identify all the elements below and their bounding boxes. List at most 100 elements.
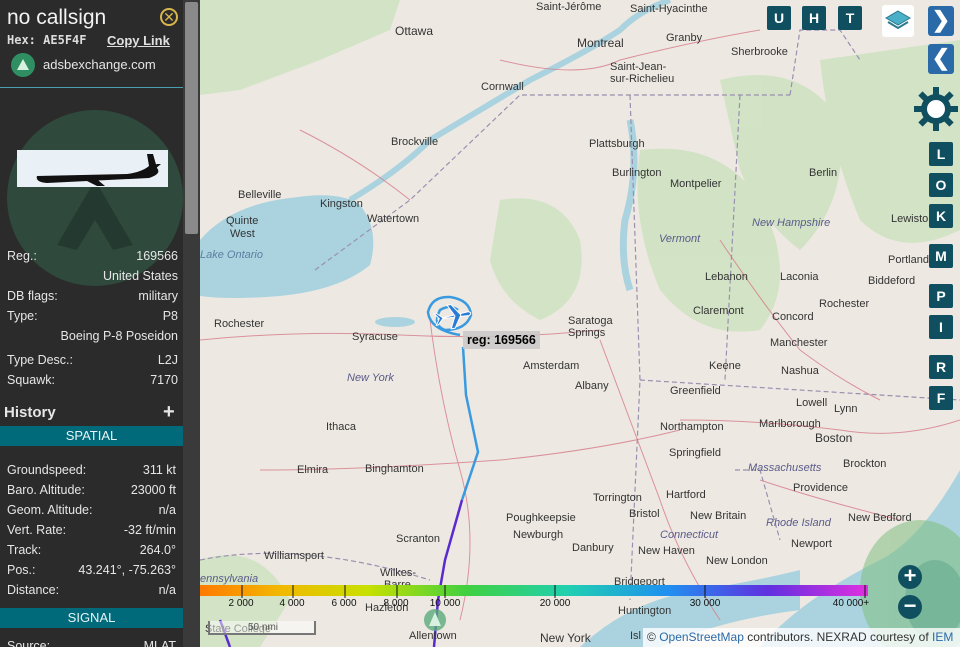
toggle-p-button[interactable]: P [929, 284, 953, 308]
place-saratoga: Saratoga [568, 315, 614, 327]
toggle-r-button[interactable]: R [929, 355, 953, 379]
geom-altitude-label: Geom. Altitude: [7, 503, 93, 517]
scale-bar: 50 nmi [208, 621, 316, 635]
attribution-text: contributors. NEXRAD courtesy of [747, 630, 929, 644]
place-boston: Boston [815, 431, 852, 445]
spatial-section-header[interactable]: SPATIAL [0, 426, 183, 446]
toggle-u-button[interactable]: U [767, 6, 791, 30]
close-icon[interactable]: ✕ [160, 8, 178, 26]
toggle-o-button[interactable]: O [929, 173, 953, 197]
toggle-h-button[interactable]: H [802, 6, 826, 30]
hex-label: Hex: [7, 33, 36, 47]
place-vermont: Vermont [659, 233, 701, 245]
place-newburgh: Newburgh [513, 529, 563, 541]
place-lebanon: Lebanon [705, 271, 748, 283]
place-connecticut: Connecticut [660, 529, 719, 541]
place-granby: Granby [666, 32, 703, 44]
aircraft-reg-label[interactable]: reg: 169566 [463, 331, 540, 349]
place-huntington: Huntington [618, 605, 671, 617]
history-label: History [4, 404, 56, 421]
place-ithaca: Ithaca [326, 421, 357, 433]
receiver-marker-icon[interactable] [424, 609, 446, 631]
place-danbury: Danbury [572, 542, 614, 554]
toggle-f-button[interactable]: F [929, 386, 953, 410]
place-st-hyacinthe: Saint-Hyacinthe [630, 3, 708, 15]
openstreetmap-link[interactable]: OpenStreetMap [659, 630, 744, 644]
place-quinte: Quinte [226, 215, 258, 227]
copy-link[interactable]: Copy Link [107, 33, 170, 48]
groundspeed-value: 311 kt [142, 463, 176, 477]
place-nashua: Nashua [781, 365, 820, 377]
toggle-t-button[interactable]: T [838, 6, 862, 30]
altitude-color-legend [200, 585, 868, 598]
zoom-in-button[interactable]: + [898, 565, 922, 589]
map-canvas[interactable]: Saint-Jérôme Saint-Hyacinthe Ottawa Mont… [200, 0, 960, 647]
place-laconia: Laconia [780, 271, 819, 283]
place-biddeford: Biddeford [868, 275, 915, 287]
place-rhode-island: Rhode Island [766, 517, 832, 529]
place-lynn: Lynn [834, 403, 857, 415]
back-arrow-button[interactable]: ❮ [928, 44, 954, 74]
iem-link[interactable]: IEM [932, 630, 953, 644]
place-bristol: Bristol [629, 508, 660, 520]
place-binghamton: Binghamton [365, 463, 424, 475]
vert-rate-label: Vert. Rate: [7, 523, 67, 537]
place-albany: Albany [575, 380, 609, 392]
geom-altitude-value: n/a [158, 503, 176, 517]
place-st-jean-2: sur-Richelieu [610, 73, 674, 85]
place-ottawa: Ottawa [395, 24, 433, 38]
adsbexchange-logo-icon[interactable] [11, 53, 35, 77]
place-berlin: Berlin [809, 167, 837, 179]
place-lowell: Lowell [796, 397, 827, 409]
layers-button[interactable] [882, 5, 914, 37]
scrollbar-thumb[interactable] [185, 2, 198, 234]
place-greenfield: Greenfield [670, 385, 721, 397]
place-hartford: Hartford [666, 489, 706, 501]
toggle-k-button[interactable]: K [929, 204, 953, 228]
toggle-l-button[interactable]: L [929, 142, 953, 166]
place-newport: Newport [791, 538, 832, 550]
db-flags-label: DB flags: [7, 289, 58, 303]
db-flags-value: military [138, 289, 178, 303]
forward-arrow-button[interactable]: ❯ [928, 6, 954, 36]
track-value: 264.0° [139, 543, 176, 557]
place-allentown: Allentown [409, 630, 457, 642]
zoom-out-button[interactable]: − [898, 595, 922, 619]
position-value: 43.241°, -75.263° [78, 563, 176, 577]
hex-value: AE5F4F [43, 33, 87, 47]
place-kingston: Kingston [320, 198, 363, 210]
aircraft-photo[interactable] [17, 150, 168, 187]
map-view[interactable]: Saint-Jérôme Saint-Hyacinthe Ottawa Mont… [200, 0, 960, 647]
place-massachusetts: Massachusetts [748, 462, 822, 474]
place-new-britain: New Britain [690, 510, 746, 522]
place-claremont: Claremont [693, 305, 744, 317]
history-toggle[interactable]: History + [0, 401, 183, 425]
place-plattsburgh: Plattsburgh [589, 138, 645, 150]
attribution-copyright: © [647, 630, 656, 644]
squawk-label: Squawk: [7, 373, 55, 387]
place-elmira: Elmira [297, 464, 329, 476]
place-new-haven: New Haven [638, 545, 695, 557]
divider [0, 87, 183, 88]
signal-section-header[interactable]: SIGNAL [0, 608, 183, 628]
place-springs: Springs [568, 327, 606, 339]
sidebar-scrollbar[interactable] [183, 0, 200, 647]
place-manchester: Manchester [770, 337, 828, 349]
place-poughkeepsie: Poughkeepsie [506, 512, 576, 524]
place-lake-ontario: Lake Ontario [200, 249, 263, 261]
source-site-link[interactable]: adsbexchange.com [43, 57, 156, 72]
plus-icon[interactable]: + [163, 401, 175, 424]
place-belleville: Belleville [238, 189, 281, 201]
altitude-tick-6000: 6 000 [331, 598, 357, 609]
reg-value[interactable]: 169566 [136, 249, 178, 263]
settings-gear-icon[interactable] [912, 85, 960, 133]
place-watertown: Watertown [367, 213, 419, 225]
type-label: Type: [7, 309, 38, 323]
place-west: West [230, 228, 255, 240]
altitude-tick-8000: 8 000 [383, 598, 409, 609]
place-scranton: Scranton [396, 533, 440, 545]
toggle-m-button[interactable]: M [929, 244, 953, 268]
vert-rate-value: -32 ft/min [123, 523, 176, 537]
toggle-i-button[interactable]: I [929, 315, 953, 339]
place-st-jerome: Saint-Jérôme [536, 1, 601, 13]
